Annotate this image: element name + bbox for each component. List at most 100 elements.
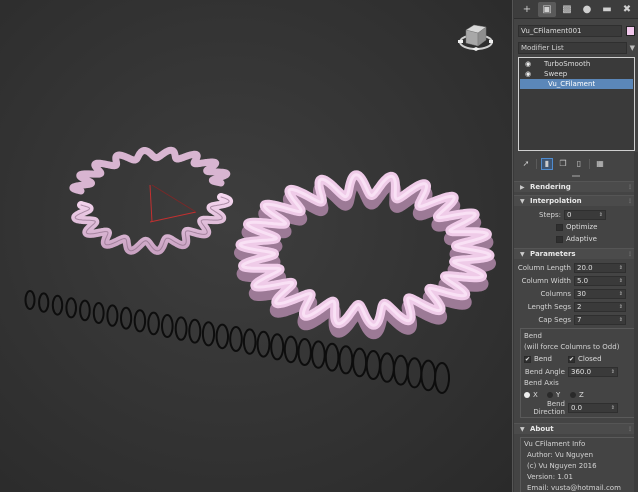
- spring-coil-turn: [120, 306, 133, 330]
- rollout-rendering[interactable]: ▶ Rendering ⋮: [514, 181, 638, 192]
- spring-coil-turn: [270, 333, 285, 361]
- about-group-label: Vu CFilament Info: [524, 440, 586, 448]
- pin-stack-icon[interactable]: ➚: [520, 158, 532, 170]
- about-group: Vu CFilament Info Author: Vu Nguyen (c) …: [520, 437, 635, 492]
- spring-coil-turn: [352, 347, 368, 378]
- spring-coil-turn: [324, 342, 340, 372]
- spring-coil-turn: [201, 321, 216, 347]
- spring-coil-turn: [256, 330, 271, 358]
- modify-tab-icon[interactable]: ▣: [538, 1, 556, 17]
- spring-coil-turn: [65, 297, 77, 319]
- create-tab-icon[interactable]: +: [518, 2, 536, 17]
- viewcube[interactable]: [458, 24, 493, 51]
- about-author: Author: Vu Nguyen: [527, 451, 594, 459]
- columns-spinner[interactable]: 30 ⇕: [574, 288, 626, 299]
- axis-z-radio[interactable]: [570, 392, 576, 398]
- spring-coil-turn: [283, 335, 298, 364]
- cap-segs-label: Cap Segs: [538, 315, 571, 324]
- modifier-stack: ◉ TurboSmooth ◉ Sweep Vu_CFilament: [518, 57, 635, 151]
- spring-coil-turn: [311, 340, 326, 369]
- make-unique-icon[interactable]: ❐: [557, 158, 569, 170]
- spring-coil-turn: [242, 328, 257, 355]
- bend-axis-label: Bend Axis: [524, 379, 559, 387]
- spring-coil-turn: [215, 323, 230, 350]
- spring-coil-turn: [133, 309, 147, 333]
- spring-coil-turn: [297, 338, 312, 366]
- remove-modifier-icon[interactable]: ▯: [573, 158, 585, 170]
- bend-group-label: Bend: [524, 332, 542, 340]
- rollout-interpolation[interactable]: ▼ Interpolation ⋮: [514, 195, 638, 206]
- column-width-label: Column Width: [521, 276, 571, 285]
- bend-angle-label: Bend Angle: [524, 367, 565, 376]
- modifier-name: Vu_CFilament: [548, 80, 596, 88]
- about-version: Version: 1.01: [527, 473, 573, 481]
- transform-gizmo: [149, 184, 197, 223]
- motion-tab-icon[interactable]: ●: [578, 2, 596, 17]
- modifier-name: TurboSmooth: [544, 60, 591, 68]
- bend-direction-label: Bend Direction: [533, 399, 565, 416]
- spring-coil-turn: [365, 350, 381, 380]
- object-color-swatch[interactable]: [626, 26, 635, 36]
- command-panel-tabs: + ▣ ▩ ● ▬ ✖: [514, 0, 638, 19]
- bend-angle-spinner[interactable]: 360.0 ⇕: [568, 366, 618, 377]
- rollout-parameters[interactable]: ▼ Parameters ⋮: [514, 248, 638, 259]
- adaptive-label: Adaptive: [566, 235, 597, 243]
- modifier-stack-item[interactable]: ◉ Sweep: [520, 69, 633, 79]
- spring-coil-turn: [420, 359, 437, 392]
- spring-coil-turn: [406, 357, 423, 389]
- closed-check-label: Closed: [578, 355, 602, 363]
- parameters-body: Column Length 20.0 ⇕ Column Width 5.0 ⇕ Co…: [514, 259, 638, 421]
- spring-coil-turn: [174, 316, 188, 341]
- spring-coil-turn: [38, 292, 50, 313]
- show-end-result-icon[interactable]: ▮: [541, 157, 553, 170]
- spring-coil-turn: [338, 345, 354, 375]
- eye-icon[interactable]: ◉: [520, 59, 536, 69]
- about-email: Email: vusta@hotmail.com: [527, 484, 621, 492]
- column-width-spinner[interactable]: 5.0 ⇕: [574, 275, 626, 286]
- eye-icon[interactable]: ◉: [520, 69, 536, 79]
- configure-modifier-sets-icon[interactable]: ▦: [594, 158, 606, 170]
- spring-coil-turn: [51, 294, 64, 316]
- spring-coil-turn: [147, 311, 160, 336]
- chevron-down-icon[interactable]: ▼: [630, 44, 635, 52]
- panel-scrollbar[interactable]: [634, 152, 638, 492]
- modifier-stack-item[interactable]: Vu_CFilament: [520, 79, 633, 89]
- spring-coil-turn: [161, 314, 174, 338]
- axis-x-radio[interactable]: [524, 392, 530, 398]
- spring-coil-turn: [106, 304, 119, 327]
- column-length-spinner[interactable]: 20.0 ⇕: [574, 262, 626, 273]
- utilities-tab-icon[interactable]: ✖: [618, 2, 636, 17]
- spring-coil-turn: [24, 290, 36, 310]
- adaptive-checkbox[interactable]: [556, 235, 563, 243]
- length-segs-spinner[interactable]: 2 ⇕: [574, 301, 626, 312]
- spring-coil-turn: [92, 302, 105, 324]
- cap-segs-spinner[interactable]: 7 ⇕: [574, 314, 626, 325]
- bend-note: (will force Columns to Odd): [524, 343, 620, 351]
- bend-direction-spinner[interactable]: 0.0 ⇕: [568, 402, 618, 413]
- display-tab-icon[interactable]: ▬: [598, 2, 616, 17]
- bend-checkbox[interactable]: ✔: [524, 355, 531, 363]
- modifier-list-dropdown[interactable]: Modifier List: [518, 42, 627, 54]
- hierarchy-tab-icon[interactable]: ▩: [558, 2, 576, 17]
- closed-checkbox[interactable]: ✔: [568, 355, 575, 363]
- object-name-field[interactable]: Vu_CFilament001: [518, 25, 622, 37]
- spring-coil-turn: [188, 318, 202, 344]
- columns-label: Columns: [540, 289, 571, 298]
- rollout-about[interactable]: ▼ About ⋮: [514, 423, 638, 434]
- spring-coil-turn: [229, 326, 243, 352]
- column-length-label: Column Length: [517, 263, 571, 272]
- bend-group: Bend (will force Columns to Odd) ✔ Bend …: [520, 328, 635, 418]
- axis-y-radio[interactable]: [547, 392, 553, 398]
- length-segs-label: Length Segs: [527, 302, 571, 311]
- stack-toolbar: ➚ ▮ ❐ ▯ ▦: [514, 151, 638, 171]
- steps-spinner[interactable]: 0 ⇕: [564, 209, 606, 220]
- perspective-viewport[interactable]: [0, 0, 513, 492]
- filament-ring-right[interactable]: [234, 170, 496, 340]
- modifier-name: Sweep: [544, 70, 568, 78]
- spring-coil-turn: [79, 299, 91, 322]
- optimize-label: Optimize: [566, 223, 598, 231]
- spring-coil-turn: [393, 354, 409, 386]
- modifier-stack-item[interactable]: ◉ TurboSmooth: [520, 59, 633, 69]
- spring-coil-turn: [379, 352, 395, 383]
- optimize-checkbox[interactable]: [556, 223, 563, 231]
